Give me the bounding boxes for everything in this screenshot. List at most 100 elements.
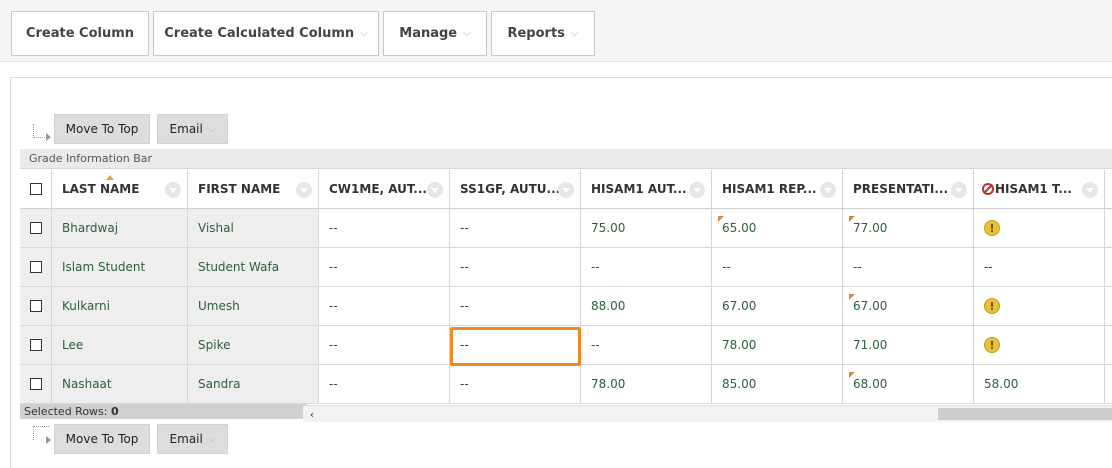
student-first-name[interactable]: Spike (198, 338, 230, 352)
grade-cell[interactable]: -- (319, 326, 450, 364)
needs-grading-icon: ! (984, 298, 1000, 314)
grade-cell[interactable]: ! (974, 326, 1105, 364)
student-first-name[interactable]: Umesh (198, 299, 240, 313)
grade-information-bar: Grade Information Bar (20, 149, 1112, 169)
grade-cell[interactable]: -- (319, 287, 450, 325)
column-menu-icon[interactable] (558, 182, 574, 198)
grade-cell[interactable]: ! (974, 209, 1105, 247)
column-header-label: HISAM1 T... (995, 182, 1072, 196)
column-header-label: HISAM1 REP... (722, 182, 817, 196)
create-calculated-column-button[interactable]: Create Calculated Column ⌵ (153, 11, 379, 56)
selected-rows-bar: Selected Rows: 0 (20, 404, 307, 419)
email-button[interactable]: Email ⌵ (157, 424, 228, 454)
grade-cell[interactable]: -- (450, 365, 581, 403)
grade-value: -- (460, 260, 469, 274)
grade-value: 65.00 (722, 221, 757, 235)
column-menu-icon[interactable] (165, 182, 181, 198)
grade-cell[interactable]: -- (843, 248, 974, 286)
reports-button[interactable]: Reports ⌵ (491, 11, 595, 56)
column-menu-icon[interactable] (427, 182, 443, 198)
row-checkbox[interactable] (29, 339, 42, 351)
column-menu-icon[interactable] (820, 182, 836, 198)
override-flag-icon (718, 216, 724, 222)
column-menu-icon[interactable] (951, 182, 967, 198)
grade-cell[interactable]: 78.00 (581, 365, 712, 403)
column-header-cw1me[interactable]: CW1ME, AUT... (319, 170, 450, 208)
row-checkbox[interactable] (29, 300, 42, 312)
row-select-cell (20, 209, 52, 247)
horizontal-scrollbar[interactable]: ‹ (303, 405, 1112, 422)
top-toolbar: Create Column Create Calculated Column ⌵… (0, 0, 1112, 62)
student-last-name[interactable]: Kulkarni (62, 299, 110, 313)
selected-rows-count: 0 (111, 405, 119, 418)
email-button[interactable]: Email ⌵ (157, 114, 228, 144)
hidden-from-students-icon (982, 183, 994, 195)
grade-cell[interactable]: 77.00 (843, 209, 974, 247)
cell-highlight-box (450, 327, 581, 366)
student-last-name[interactable]: Nashaat (62, 377, 112, 391)
grade-cell[interactable]: -- (974, 248, 1105, 286)
grade-cell[interactable]: -- (450, 248, 581, 286)
column-menu-icon[interactable] (1082, 182, 1098, 198)
grade-cell[interactable]: -- (581, 248, 712, 286)
row-select-cell (20, 248, 52, 286)
grade-cell[interactable]: 68.00 (843, 365, 974, 403)
scroll-left-icon[interactable]: ‹ (305, 406, 319, 422)
grade-value: -- (329, 260, 338, 274)
grade-cell[interactable]: 85.00 (712, 365, 843, 403)
first-name-cell: Sandra (188, 365, 319, 403)
grade-cell[interactable]: -- (319, 209, 450, 247)
grade-value: -- (591, 338, 600, 352)
row-checkbox[interactable] (29, 261, 42, 273)
last-name-cell: Kulkarni (52, 287, 188, 325)
column-header-ss1gf[interactable]: SS1GF, AUTU... (450, 170, 581, 208)
column-header-hisam1-t[interactable]: HISAM1 T... (974, 170, 1105, 208)
student-first-name[interactable]: Student Wafa (198, 260, 279, 274)
chevron-down-icon: ⌵ (360, 28, 368, 39)
grade-cell[interactable]: 88.00 (581, 287, 712, 325)
manage-button[interactable]: Manage ⌵ (383, 11, 487, 56)
scrollbar-thumb[interactable] (938, 408, 1112, 420)
student-last-name[interactable]: Islam Student (62, 260, 145, 274)
grade-cell[interactable]: 65.00 (712, 209, 843, 247)
grade-cell[interactable]: -- (712, 248, 843, 286)
column-menu-icon[interactable] (689, 182, 705, 198)
create-column-button[interactable]: Create Column (11, 11, 149, 56)
grade-cell[interactable]: -- (450, 209, 581, 247)
row-checkbox[interactable] (29, 222, 42, 234)
student-last-name[interactable]: Lee (62, 338, 83, 352)
grade-cell[interactable]: -- (581, 326, 712, 364)
row-checkbox[interactable] (29, 378, 42, 390)
move-to-top-button[interactable]: Move To Top (54, 424, 150, 454)
grade-value: -- (984, 260, 993, 274)
column-header-hisam1-rep[interactable]: HISAM1 REP... (712, 170, 843, 208)
grade-cell[interactable]: 67.00 (712, 287, 843, 325)
table-row: Nashaat Sandra -- -- 78.00 85.00 68.00 5… (20, 365, 1112, 404)
grade-cell[interactable]: 67.00 (843, 287, 974, 325)
grade-value: -- (722, 260, 731, 274)
column-header-presentation[interactable]: PRESENTATI... (843, 170, 974, 208)
grade-value: -- (329, 299, 338, 313)
move-to-top-button[interactable]: Move To Top (54, 114, 150, 144)
grade-cell[interactable]: -- (319, 365, 450, 403)
student-first-name[interactable]: Vishal (198, 221, 234, 235)
grade-cell[interactable]: -- (450, 287, 581, 325)
chevron-down-icon: ⌵ (207, 123, 216, 135)
select-all-checkbox[interactable] (29, 183, 42, 195)
table-row: Kulkarni Umesh -- -- 88.00 67.00 67.00 ! (20, 287, 1112, 326)
grade-cell[interactable]: 58.00 (974, 365, 1105, 403)
column-header-last-name[interactable]: LAST NAME (52, 170, 188, 208)
grade-cell[interactable]: -- (319, 248, 450, 286)
column-menu-icon[interactable] (296, 182, 312, 198)
column-header-first-name[interactable]: FIRST NAME (188, 170, 319, 208)
grade-cell[interactable]: 71.00 (843, 326, 974, 364)
sort-ascending-icon (106, 171, 114, 180)
column-header-label: FIRST NAME (198, 182, 281, 196)
student-first-name[interactable]: Sandra (198, 377, 240, 391)
student-last-name[interactable]: Bhardwaj (62, 221, 118, 235)
grade-cell[interactable]: 75.00 (581, 209, 712, 247)
reports-label: Reports (507, 26, 565, 41)
column-header-hisam1-aut[interactable]: HISAM1 AUT... (581, 170, 712, 208)
grade-cell[interactable]: ! (974, 287, 1105, 325)
grade-cell[interactable]: 78.00 (712, 326, 843, 364)
